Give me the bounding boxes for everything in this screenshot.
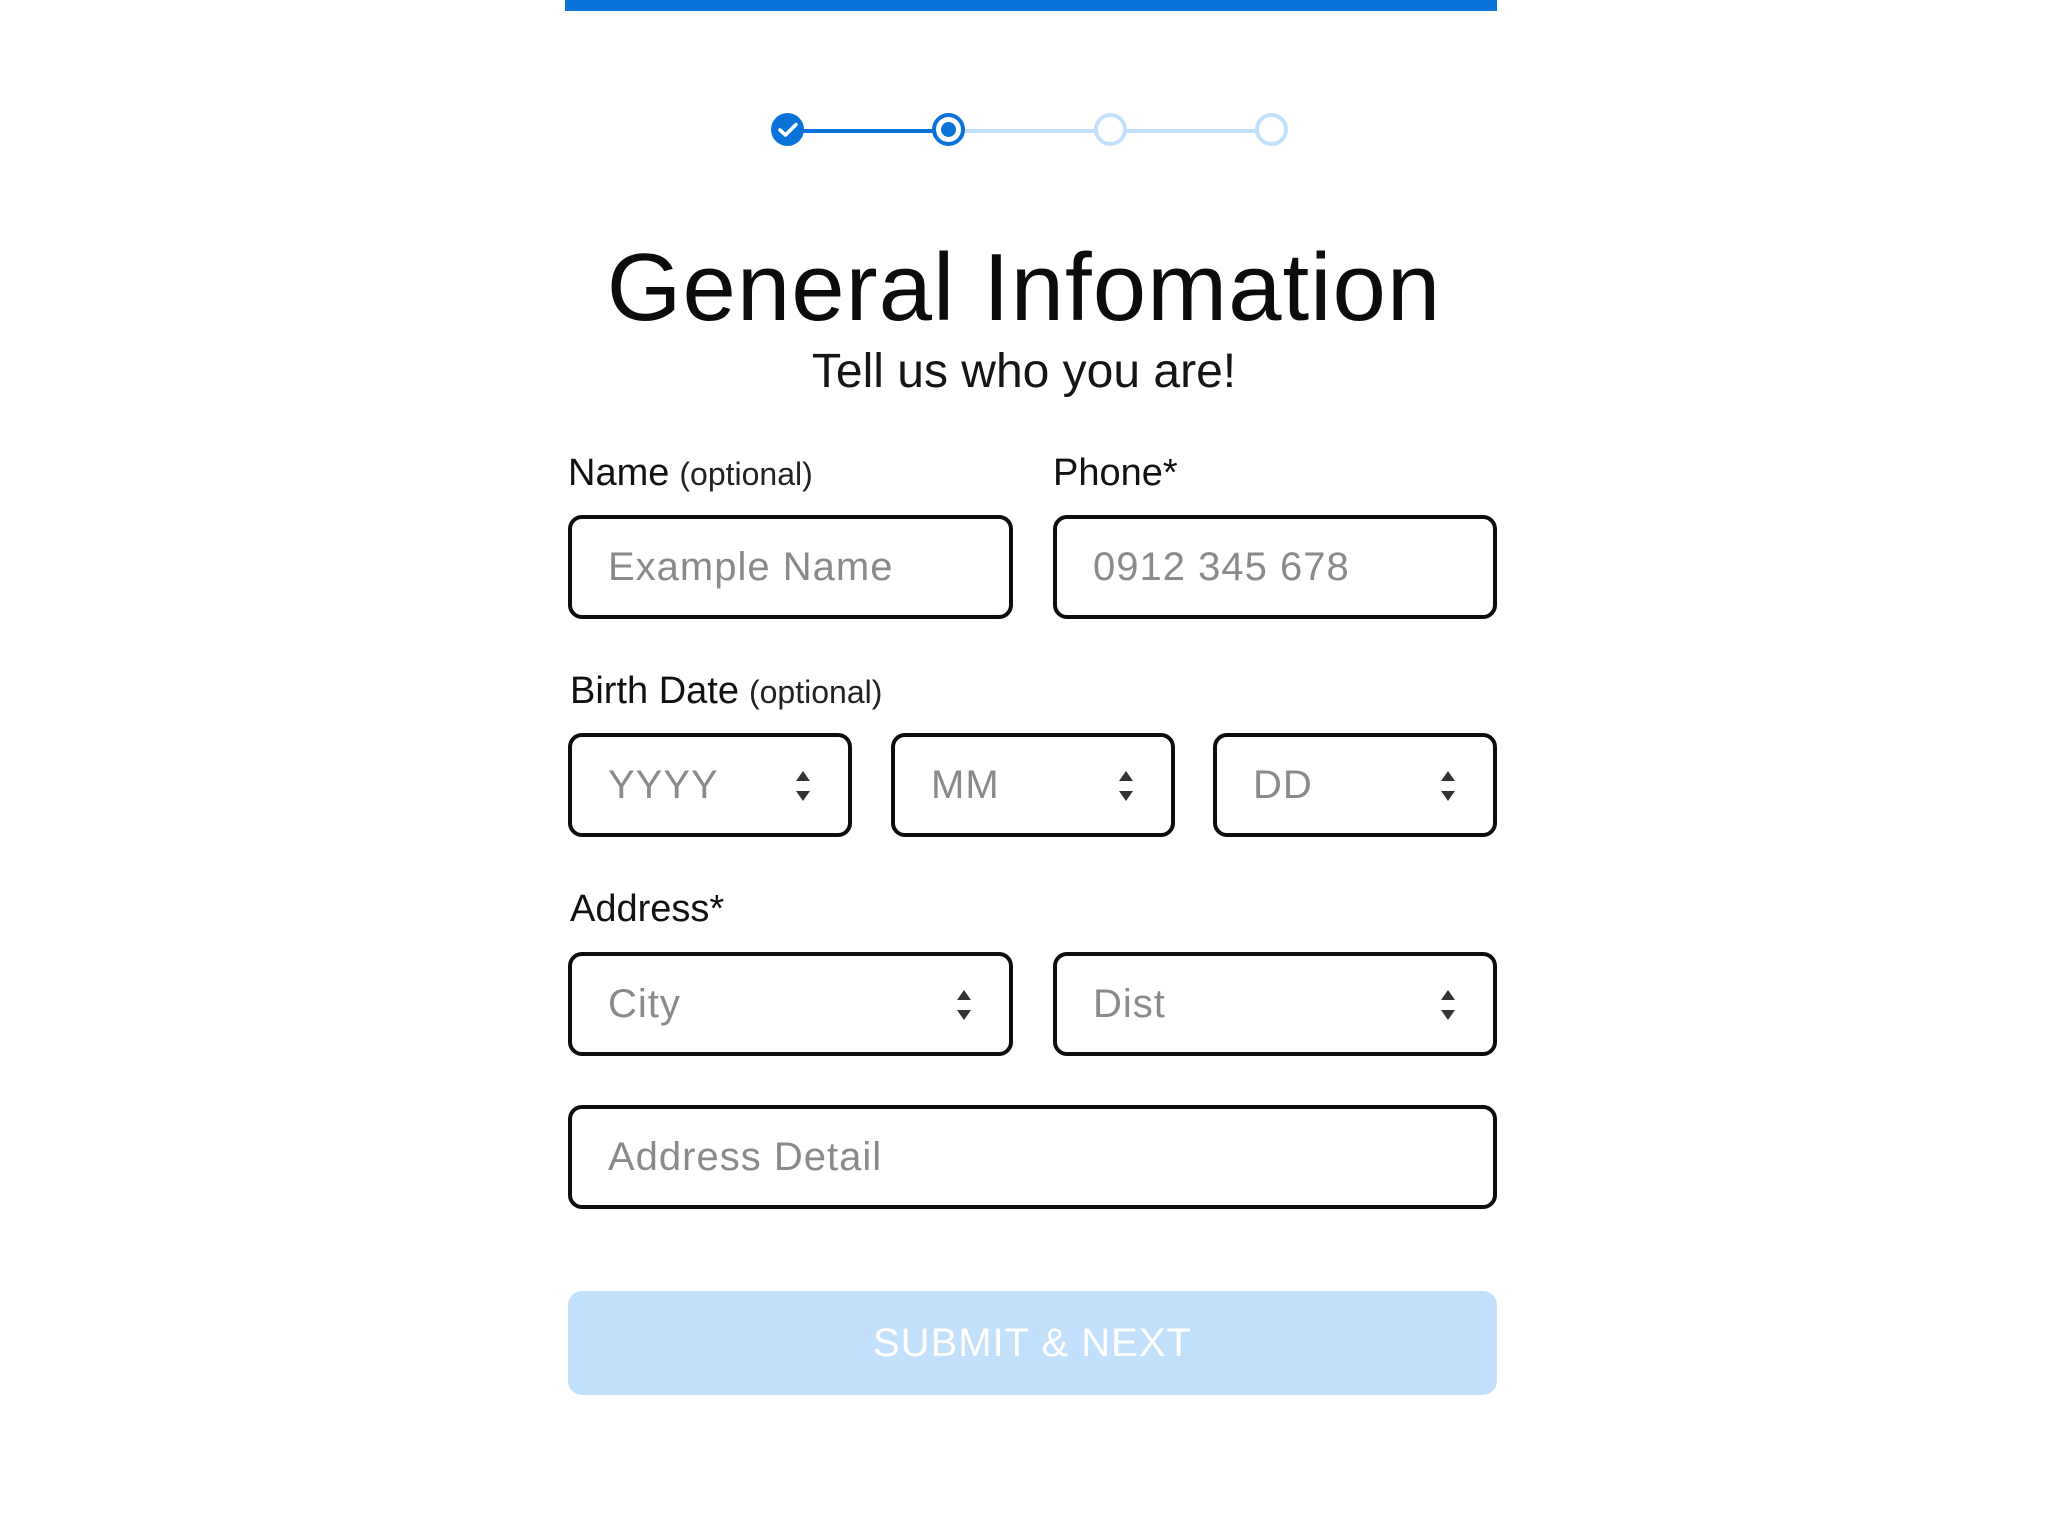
address-detail-placeholder: Address Detail [608, 1135, 883, 1179]
page-title: General Infomation [606, 234, 1442, 341]
name-label-text: Name [568, 452, 670, 494]
step-3-pending [1094, 113, 1127, 146]
city-placeholder: City [608, 982, 681, 1026]
birth-date-label-text: Birth Date [570, 670, 739, 712]
dist-placeholder: Dist [1093, 982, 1166, 1026]
sort-arrows-icon [796, 771, 810, 801]
birth-month-select[interactable]: MM [891, 733, 1175, 837]
city-select[interactable]: City [568, 952, 1013, 1056]
phone-label: Phone* [1053, 452, 1178, 494]
name-placeholder: Example Name [608, 545, 894, 589]
checkmark-icon [777, 122, 798, 137]
sort-arrows-icon [1441, 771, 1455, 801]
step-4-pending [1255, 113, 1288, 146]
step-2-current [932, 113, 965, 146]
submit-next-button[interactable]: SUBMIT & NEXT [568, 1291, 1497, 1395]
birth-date-label: Birth Date (optional) [570, 670, 882, 713]
sort-arrows-icon [1119, 771, 1133, 801]
sort-arrows-icon [957, 990, 971, 1020]
year-placeholder: YYYY [608, 763, 719, 807]
phone-placeholder: 0912 345 678 [1093, 545, 1350, 589]
phone-input[interactable]: 0912 345 678 [1053, 515, 1497, 619]
name-label: Name (optional) [568, 452, 813, 495]
month-placeholder: MM [931, 763, 1000, 807]
step-indicator [771, 113, 1293, 149]
birth-day-select[interactable]: DD [1213, 733, 1497, 837]
address-detail-input[interactable]: Address Detail [568, 1105, 1497, 1209]
name-optional-note: (optional) [679, 456, 813, 492]
step-1-complete [771, 113, 804, 146]
sort-arrows-icon [1441, 990, 1455, 1020]
district-select[interactable]: Dist [1053, 952, 1497, 1056]
name-input[interactable]: Example Name [568, 515, 1013, 619]
page-subtitle: Tell us who you are! [811, 345, 1237, 398]
birth-year-select[interactable]: YYYY [568, 733, 852, 837]
address-label: Address* [570, 888, 725, 930]
top-progress-bar [565, 0, 1497, 11]
step-connector-done [787, 129, 949, 133]
birth-date-optional-note: (optional) [748, 674, 883, 710]
day-placeholder: DD [1253, 763, 1313, 807]
